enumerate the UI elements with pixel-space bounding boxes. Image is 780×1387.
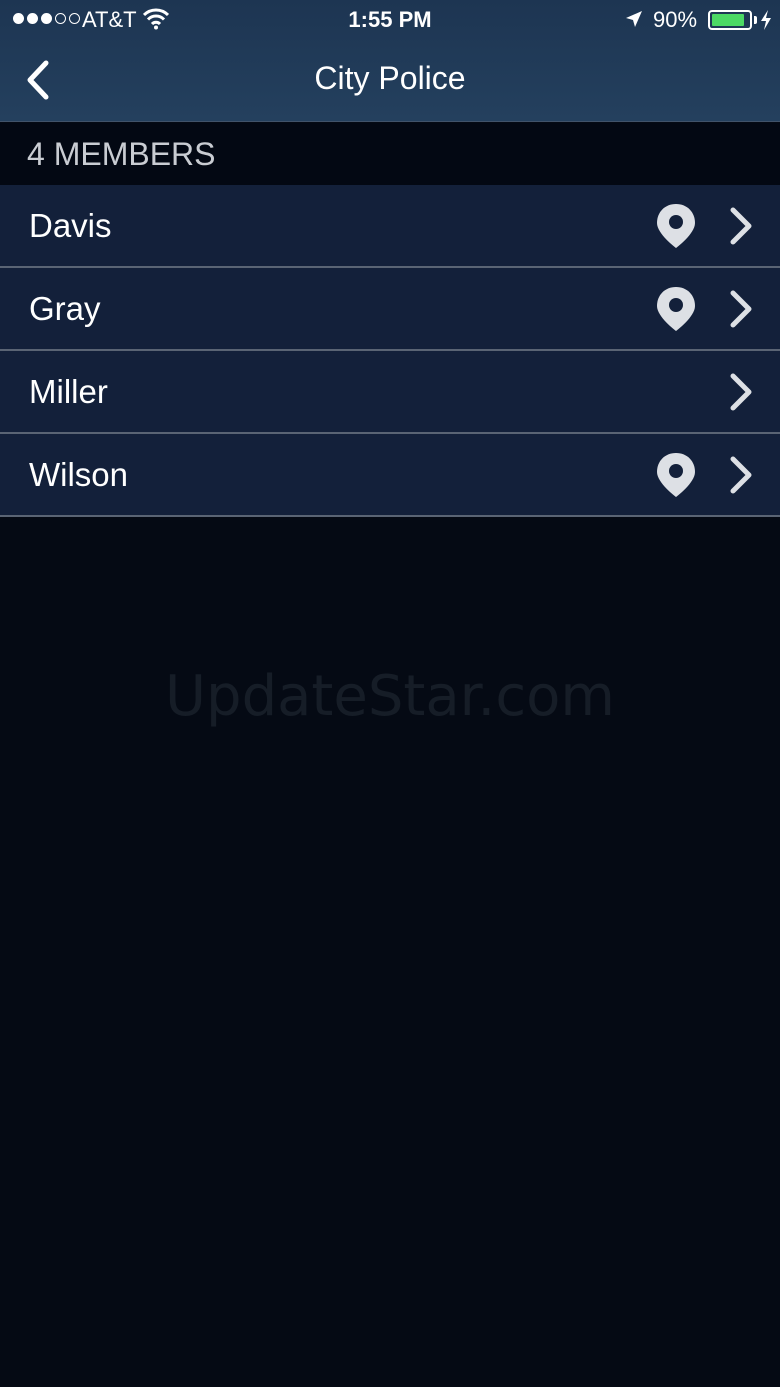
screen: AT&T 1:55 PM 90% City Police 4 MEMBERS D… (0, 0, 780, 1387)
wifi-icon (143, 8, 169, 30)
signal-dot (55, 13, 66, 24)
member-name: Miller (29, 373, 108, 410)
member-name: Wilson (29, 456, 129, 493)
header: AT&T 1:55 PM 90% City Police (0, 0, 780, 122)
page-title: City Police (314, 60, 466, 96)
signal-dot (13, 13, 24, 24)
signal-dot (69, 13, 80, 24)
battery-tip (754, 16, 757, 24)
member-row[interactable]: Davis (0, 185, 780, 268)
location-pin-icon[interactable] (655, 202, 697, 250)
signal-dot (41, 13, 52, 24)
battery-icon (708, 10, 752, 30)
navigation-bar: City Police (0, 40, 780, 122)
location-arrow-icon (626, 11, 642, 27)
chevron-right-icon (730, 456, 752, 494)
status-bar: AT&T 1:55 PM 90% (0, 0, 780, 40)
chevron-right-icon (730, 373, 752, 411)
signal-strength-icon (13, 13, 80, 24)
member-row[interactable]: Miller (0, 351, 780, 434)
chevron-right-icon (730, 207, 752, 245)
battery-fill (712, 14, 745, 26)
signal-dot (27, 13, 38, 24)
location-pin-icon[interactable] (655, 451, 697, 499)
carrier-label: AT&T (82, 7, 137, 32)
watermark: UpdateStar.com (165, 664, 615, 729)
battery-percentage: 90% (653, 7, 698, 32)
member-list: Davis Gray Miller Wilson (0, 185, 780, 517)
member-row[interactable]: Wilson (0, 434, 780, 517)
member-name: Davis (29, 207, 112, 244)
location-pin-icon[interactable] (655, 285, 697, 333)
members-count-header: 4 MEMBERS (0, 123, 780, 185)
chevron-right-icon (730, 290, 752, 328)
charging-bolt-icon (761, 10, 771, 30)
member-name: Gray (29, 290, 101, 327)
member-row[interactable]: Gray (0, 268, 780, 351)
